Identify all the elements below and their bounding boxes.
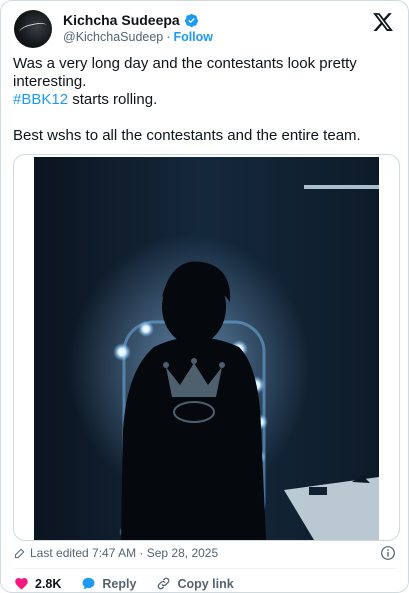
tweet-card: Kichcha Sudeepa @KichchaSudeep · Follow … bbox=[0, 0, 409, 593]
reply-button[interactable]: Reply bbox=[81, 576, 136, 591]
like-count: 2.8K bbox=[35, 576, 62, 591]
copy-link-label: Copy link bbox=[177, 576, 234, 591]
author-handle[interactable]: @KichchaSudeep bbox=[63, 30, 163, 44]
last-edited-timestamp[interactable]: Last edited 7:47 AM · Sep 28, 2025 bbox=[30, 546, 218, 560]
tweet-actions: 2.8K Reply Copy link bbox=[14, 576, 254, 591]
tweet-meta: Last edited 7:47 AM · Sep 28, 2025 bbox=[14, 546, 218, 560]
tweet-text: Was a very long day and the contestants … bbox=[13, 55, 398, 145]
heart-icon bbox=[15, 578, 28, 590]
author-name-row: Kichcha Sudeepa bbox=[63, 12, 199, 28]
avatar-signature bbox=[18, 21, 48, 38]
reply-label: Reply bbox=[102, 576, 137, 591]
info-icon[interactable] bbox=[380, 545, 396, 561]
pencil-icon bbox=[14, 548, 25, 559]
author-display-name[interactable]: Kichcha Sudeepa bbox=[63, 12, 180, 28]
reply-bubble-icon bbox=[82, 577, 95, 590]
x-logo-icon[interactable] bbox=[372, 11, 394, 33]
verified-badge-icon bbox=[184, 13, 198, 27]
photo-illustration bbox=[34, 157, 379, 540]
like-button[interactable]: 2.8K bbox=[14, 576, 61, 591]
tweet-photo[interactable] bbox=[34, 157, 379, 540]
tweet-line-2-rest: starts rolling. bbox=[68, 91, 158, 108]
handle-separator: · bbox=[166, 30, 171, 44]
avatar[interactable] bbox=[14, 10, 52, 48]
follow-button[interactable]: Follow bbox=[173, 30, 213, 44]
hashtag-link[interactable]: #BBK12 bbox=[13, 91, 68, 108]
tweet-media[interactable] bbox=[13, 154, 400, 541]
copy-link-button[interactable]: Copy link bbox=[156, 576, 234, 591]
tweet-line-3: Best wshs to all the contestants and the… bbox=[13, 127, 361, 144]
link-icon bbox=[158, 577, 170, 590]
tweet-line-1: Was a very long day and the contestants … bbox=[13, 55, 357, 90]
divider bbox=[13, 568, 396, 569]
tweet-line-2: #BBK12 starts rolling. bbox=[13, 91, 398, 109]
author-handle-row: @KichchaSudeep · Follow bbox=[63, 30, 213, 44]
